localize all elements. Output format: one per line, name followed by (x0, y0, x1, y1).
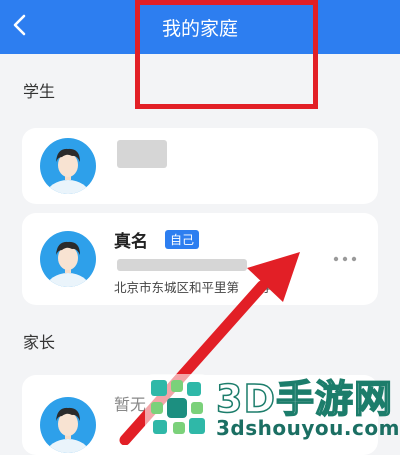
watermark-logo-icon (145, 374, 209, 438)
watermark-url: 3dshouyou.com (216, 416, 400, 440)
watermark-title: 3D手游网 (215, 376, 393, 422)
